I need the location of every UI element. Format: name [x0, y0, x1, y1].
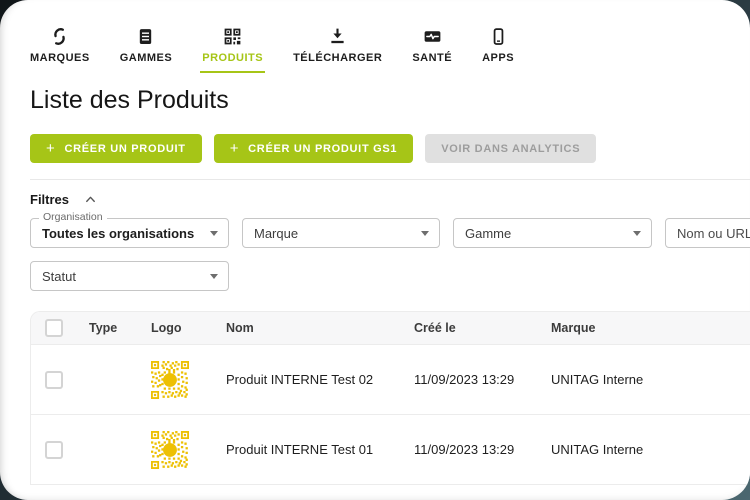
- view-analytics-label: VOIR DANS ANALYTICS: [441, 143, 580, 155]
- organisation-select-label: Organisation: [39, 212, 107, 224]
- row-checkbox[interactable]: [45, 371, 63, 389]
- create-product-gs1-label: CRÉER UN PRODUIT GS1: [248, 143, 397, 155]
- statut-select-placeholder: Statut: [42, 269, 76, 284]
- header-nom: Nom: [226, 321, 414, 335]
- chevron-up-icon[interactable]: [83, 192, 98, 207]
- page-title: Liste des Produits: [30, 86, 750, 115]
- health-pulse-card-icon: [422, 26, 443, 47]
- nav-label: TÉLÉCHARGER: [293, 52, 382, 64]
- unitag-logo-icon: [49, 26, 70, 47]
- filters-header: Filtres: [30, 192, 750, 207]
- create-product-gs1-button[interactable]: + CRÉER UN PRODUIT GS1: [214, 134, 414, 163]
- search-input-placeholder: Nom ou URL: [677, 226, 750, 241]
- header-logo: Logo: [151, 321, 226, 335]
- cell-cree-le: 11/09/2023 13:29: [414, 442, 551, 457]
- search-input[interactable]: Nom ou URL: [665, 218, 750, 248]
- qr-code-icon: [222, 26, 243, 47]
- nav-label: PRODUITS: [202, 52, 263, 64]
- smartphone-icon: [488, 26, 509, 47]
- toolbar: + CRÉER UN PRODUIT + CRÉER UN PRODUIT GS…: [30, 134, 750, 163]
- gamme-select-placeholder: Gamme: [465, 226, 511, 241]
- nav-item-gammes[interactable]: GAMMES: [120, 26, 173, 73]
- dropdown-arrow-icon: [210, 231, 218, 236]
- active-tab-indicator: [200, 71, 265, 73]
- header-type: Type: [89, 321, 151, 335]
- product-qr-logo: [151, 431, 189, 469]
- nav-label: MARQUES: [30, 52, 90, 64]
- create-product-button[interactable]: + CRÉER UN PRODUIT: [30, 134, 202, 163]
- row-checkbox-cell: [31, 371, 89, 389]
- table-header-row: Type Logo Nom Créé le Marque: [31, 312, 750, 345]
- header-marque: Marque: [551, 321, 750, 335]
- nav-item-marques[interactable]: MARQUES: [30, 26, 90, 73]
- table-row[interactable]: Produit INTERNE Test 02 11/09/2023 13:29…: [31, 345, 750, 415]
- dropdown-arrow-icon: [421, 231, 429, 236]
- nav-label: APPS: [482, 52, 514, 64]
- cell-logo: [151, 361, 226, 399]
- row-checkbox[interactable]: [45, 441, 63, 459]
- plus-icon: +: [230, 141, 239, 156]
- download-icon: [327, 26, 348, 47]
- cell-nom: Produit INTERNE Test 02: [226, 372, 414, 387]
- filters-row-1: Organisation Toutes les organisations Ma…: [30, 218, 750, 248]
- filters-title: Filtres: [30, 192, 69, 207]
- organisation-select-value: Toutes les organisations: [42, 226, 194, 241]
- statut-select[interactable]: Statut: [30, 261, 229, 291]
- nav-label: SANTÉ: [412, 52, 452, 64]
- organisation-select[interactable]: Organisation Toutes les organisations: [30, 218, 229, 248]
- dropdown-arrow-icon: [210, 274, 218, 279]
- cell-logo: [151, 431, 226, 469]
- row-checkbox-cell: [31, 441, 89, 459]
- cell-marque: UNITAG Interne: [551, 442, 750, 457]
- marque-select-placeholder: Marque: [254, 226, 298, 241]
- header-checkbox-cell: [31, 319, 89, 337]
- nav-item-sante[interactable]: SANTÉ: [412, 26, 452, 73]
- cell-marque: UNITAG Interne: [551, 372, 750, 387]
- products-table: Type Logo Nom Créé le Marque Produit INT…: [30, 311, 750, 485]
- select-all-checkbox[interactable]: [45, 319, 63, 337]
- view-analytics-button[interactable]: VOIR DANS ANALYTICS: [425, 134, 596, 163]
- nav-item-produits[interactable]: PRODUITS: [202, 26, 263, 73]
- plus-icon: +: [46, 141, 55, 156]
- top-navigation: MARQUES GAMMES PRODUITS: [30, 26, 750, 73]
- app-window: MARQUES GAMMES PRODUITS: [0, 0, 750, 500]
- product-qr-logo: [151, 361, 189, 399]
- cell-cree-le: 11/09/2023 13:29: [414, 372, 551, 387]
- gamme-select[interactable]: Gamme: [453, 218, 652, 248]
- nav-label: GAMMES: [120, 52, 173, 64]
- create-product-label: CRÉER UN PRODUIT: [64, 143, 185, 155]
- nav-item-telecharger[interactable]: TÉLÉCHARGER: [293, 26, 382, 73]
- section-divider: [30, 179, 750, 180]
- cell-nom: Produit INTERNE Test 01: [226, 442, 414, 457]
- header-cree-le: Créé le: [414, 321, 551, 335]
- dropdown-arrow-icon: [633, 231, 641, 236]
- nav-item-apps[interactable]: APPS: [482, 26, 514, 73]
- filters-row-2: Statut: [30, 261, 229, 291]
- stacked-list-icon: [135, 26, 156, 47]
- marque-select[interactable]: Marque: [242, 218, 440, 248]
- table-row[interactable]: Produit INTERNE Test 01 11/09/2023 13:29…: [31, 415, 750, 485]
